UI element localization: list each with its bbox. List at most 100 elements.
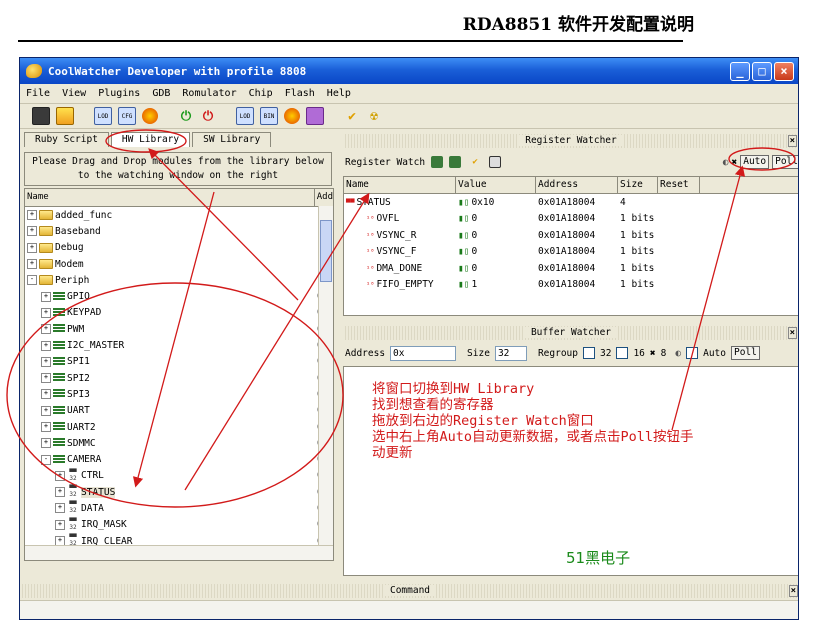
tree-row[interactable]: +GPIO0x0 — [25, 288, 333, 304]
buffer-poll-button[interactable]: Poll — [730, 346, 760, 360]
register-value[interactable]: ▮▯ 0 — [456, 246, 536, 257]
expand-icon[interactable]: + — [41, 291, 51, 302]
tree-row[interactable]: +▀▀32STATUS0x0 — [25, 484, 333, 500]
tree-row[interactable]: +SPI10x0 — [25, 354, 333, 370]
flame2-icon[interactable] — [284, 108, 300, 124]
register-value[interactable]: ▮▯ 0 — [456, 263, 536, 274]
expand-icon[interactable]: + — [27, 226, 37, 237]
expand-icon[interactable]: + — [41, 340, 51, 351]
collapse-icon[interactable]: - — [27, 275, 37, 286]
tab-ruby-script[interactable]: Ruby Script — [24, 132, 109, 147]
tree-row[interactable]: -CAMERA0x0 — [25, 451, 333, 467]
expand-icon[interactable]: + — [55, 470, 65, 481]
close-button[interactable]: × — [774, 61, 794, 81]
tree-row[interactable]: + Baseband — [25, 223, 333, 239]
regroup-8-checked-icon[interactable]: ✖ — [650, 348, 656, 359]
register-value[interactable]: ▮▯ 0x10 — [456, 197, 536, 208]
address-input[interactable]: 0x — [390, 345, 457, 361]
regroup-16-checkbox[interactable] — [616, 347, 629, 359]
expand-icon[interactable]: + — [27, 210, 37, 221]
tree-row[interactable]: +▀▀32CTRL0x0 — [25, 468, 333, 484]
tree-row[interactable]: - Periph — [25, 272, 333, 288]
collapse-icon[interactable]: - — [41, 454, 51, 465]
chip-icon[interactable] — [306, 107, 324, 125]
register-value[interactable]: ▮▯ 0 — [456, 230, 536, 241]
menu-item-plugins[interactable]: Plugins — [98, 88, 140, 99]
expand-icon[interactable]: + — [41, 373, 51, 384]
tree-row[interactable]: +SDMMC0x0 — [25, 435, 333, 451]
lod-icon[interactable]: LOD — [94, 107, 112, 125]
tree-row[interactable]: + added_func — [25, 207, 333, 223]
flame-icon[interactable] — [142, 108, 158, 124]
bin-icon[interactable]: BIN — [260, 107, 278, 125]
minimize-button[interactable]: _ — [730, 61, 750, 81]
expand-icon[interactable]: + — [27, 259, 37, 270]
register-table[interactable]: Name Value Address Size Reset ▀▀ STATUS ▮▯ 0x10… — [343, 176, 798, 316]
check-icon[interactable]: ✔ — [344, 108, 360, 124]
power-green-icon[interactable]: ⏻ — [178, 108, 194, 124]
dashboard-icon[interactable] — [32, 107, 50, 125]
buffer-auto-checkbox[interactable] — [686, 347, 699, 359]
tree-row[interactable]: +▀▀32DATA0x0 — [25, 500, 333, 516]
register-row[interactable]: ¹⁰DMA_DONE▮▯00x01A180041 bits 0 — [344, 260, 798, 277]
expand-icon[interactable]: + — [41, 356, 51, 367]
pane-close-icon[interactable]: × — [787, 135, 797, 147]
title-bar[interactable]: CoolWatcher Developer with profile 8808 … — [20, 58, 798, 84]
library-tree[interactable]: Name Add + added_func + Baseband + Debug + Mode… — [24, 188, 334, 561]
buffer-view[interactable]: 将窗口切换到HW Library 找到想查看的寄存器 拖放到右边的Registe… — [343, 366, 798, 576]
auto-button[interactable]: Auto — [740, 155, 770, 169]
tree-row[interactable]: +SPI20x0 — [25, 370, 333, 386]
register-value[interactable]: ▮▯ 1 — [456, 279, 536, 290]
expand-icon[interactable]: + — [41, 324, 51, 335]
expand-icon[interactable]: + — [41, 307, 51, 318]
tab-hw-library[interactable]: HW Library — [110, 132, 191, 147]
register-row[interactable]: ▀▀ STATUS ▮▯ 0x10 0x01A18004 4 — [344, 194, 798, 211]
expand-icon[interactable]: + — [55, 503, 65, 514]
tree-header-name[interactable]: Name — [25, 189, 315, 206]
pane-close-icon[interactable]: × — [787, 327, 797, 339]
register-row[interactable]: ¹⁰FIFO_EMPTY▮▯10x01A180041 bits 1 — [344, 277, 798, 294]
pane-close-icon[interactable]: × — [788, 585, 798, 597]
radiation-icon[interactable]: ☢ — [366, 108, 382, 124]
expand-icon[interactable]: + — [55, 519, 65, 530]
register-row[interactable]: ¹⁰VSYNC_F▮▯00x01A180041 bits 0 — [344, 244, 798, 261]
stop-icon[interactable]: ✖ — [731, 157, 737, 168]
menu-item-help[interactable]: Help — [327, 88, 351, 99]
size-input[interactable]: 32 — [494, 345, 527, 361]
column-header-size[interactable]: Size — [618, 177, 658, 193]
tree-header-addr[interactable]: Add — [315, 189, 333, 206]
column-header-name[interactable]: Name — [344, 177, 456, 193]
poll-button[interactable]: Poll — [772, 155, 798, 169]
regroup-32-checkbox[interactable] — [582, 347, 595, 359]
window-icon[interactable] — [56, 107, 74, 125]
expand-icon[interactable]: + — [41, 422, 51, 432]
menu-item-gdb[interactable]: GDB — [152, 88, 170, 99]
register-value[interactable]: ▮▯ 0 — [456, 213, 536, 224]
menu-item-romulator[interactable]: Romulator — [182, 88, 236, 99]
register-row[interactable]: ¹⁰VSYNC_R▮▯00x01A180041 bits 0 — [344, 227, 798, 244]
menu-item-chip[interactable]: Chip — [249, 88, 273, 99]
tree-row[interactable]: +I2C_MASTER0x0 — [25, 337, 333, 353]
expand-icon[interactable]: + — [41, 438, 51, 449]
expand-icon[interactable]: + — [27, 242, 37, 253]
expand-icon[interactable]: + — [41, 405, 51, 416]
cfg-icon[interactable]: CFG — [118, 107, 136, 125]
tree-row[interactable]: +UART0x0 — [25, 403, 333, 419]
tree-row[interactable]: +▀▀32IRQ_MASK0x0 — [25, 517, 333, 533]
tree-row[interactable]: +PWM0x0 — [25, 321, 333, 337]
command-area[interactable] — [20, 600, 798, 619]
menu-item-view[interactable]: View — [62, 88, 86, 99]
maximize-button[interactable]: □ — [752, 61, 772, 81]
check-watch-icon[interactable]: ✔ — [467, 154, 483, 170]
save-watch-icon[interactable] — [489, 156, 502, 168]
tree-vertical-scrollbar[interactable] — [318, 206, 333, 546]
tree-row[interactable]: + Modem — [25, 256, 333, 272]
add-watch-icon[interactable] — [431, 156, 444, 168]
tree-row[interactable]: +SPI30x0 — [25, 386, 333, 402]
menu-item-file[interactable]: File — [26, 88, 50, 99]
tree-row[interactable]: + Debug — [25, 240, 333, 256]
tree-horizontal-scrollbar[interactable] — [25, 545, 333, 560]
power-red-icon[interactable]: ⏻ — [200, 108, 216, 124]
expand-icon[interactable]: + — [41, 389, 51, 400]
column-header-address[interactable]: Address — [536, 177, 618, 193]
